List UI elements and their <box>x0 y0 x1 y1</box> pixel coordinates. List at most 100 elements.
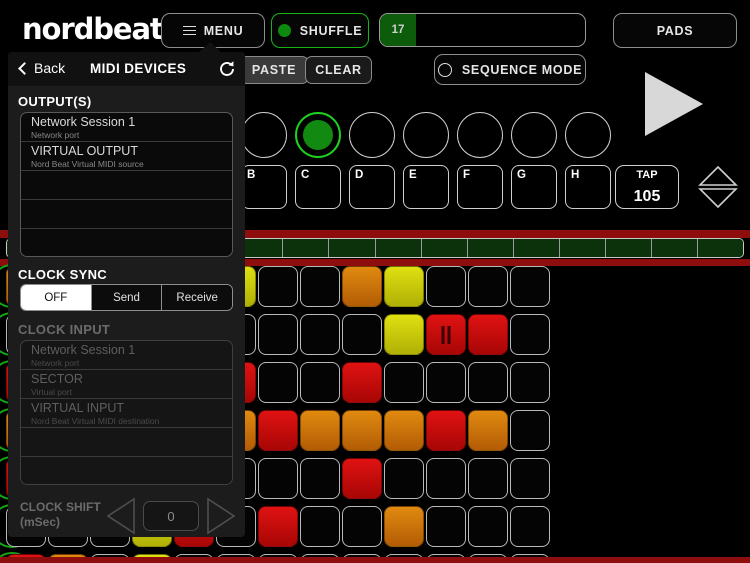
pattern-circle-4[interactable] <box>403 112 449 158</box>
grid-cell[interactable] <box>300 314 340 355</box>
pattern-circle-1[interactable] <box>241 112 287 158</box>
output-item[interactable] <box>21 171 232 200</box>
pattern-circle-3[interactable] <box>349 112 395 158</box>
grid-cell[interactable] <box>342 458 382 499</box>
clock-input-section-label: CLOCK INPUT <box>18 322 111 337</box>
step-cell[interactable] <box>559 239 606 257</box>
grid-cell[interactable] <box>342 410 382 451</box>
grid-cell[interactable] <box>426 314 466 355</box>
grid-cell[interactable] <box>468 410 508 451</box>
step-cell[interactable] <box>605 239 652 257</box>
grid-cell[interactable] <box>342 266 382 307</box>
clock-input-item[interactable] <box>21 457 232 484</box>
grid-cell[interactable] <box>300 266 340 307</box>
grid-cell[interactable] <box>426 506 466 547</box>
paste-button[interactable]: PASTE <box>239 56 309 84</box>
grid-cell[interactable] <box>384 410 424 451</box>
grid-cell[interactable] <box>258 362 298 403</box>
step-cell[interactable] <box>421 239 468 257</box>
step-cell[interactable] <box>651 239 698 257</box>
letter-button-e[interactable]: E <box>403 165 449 209</box>
grid-cell[interactable] <box>300 410 340 451</box>
clear-button[interactable]: CLEAR <box>305 56 372 84</box>
step-cell[interactable] <box>329 239 376 257</box>
clock-input-item[interactable]: SECTOR Virtual port <box>21 370 232 399</box>
grid-cell[interactable] <box>468 506 508 547</box>
grid-cell[interactable] <box>384 266 424 307</box>
clock-sync-section-label: CLOCK SYNC <box>18 267 107 282</box>
pattern-circle-7[interactable] <box>565 112 611 158</box>
step-cell[interactable] <box>283 239 330 257</box>
grid-cell[interactable] <box>510 266 550 307</box>
grid-cell[interactable] <box>384 314 424 355</box>
grid-cell[interactable] <box>468 266 508 307</box>
play-button-icon[interactable] <box>645 72 703 136</box>
back-button[interactable]: Back <box>18 60 65 76</box>
chevron-left-icon <box>18 61 31 75</box>
clock-shift-value[interactable]: 0 <box>143 501 199 531</box>
output-item[interactable]: Network Session 1 Network port <box>21 113 232 142</box>
grid-cell[interactable] <box>258 458 298 499</box>
grid-cell[interactable] <box>510 362 550 403</box>
tap-tempo-button[interactable]: TAP 105 <box>615 165 679 209</box>
sequence-mode-button[interactable]: SEQUENCE MODE <box>434 54 586 85</box>
outputs-list[interactable]: Network Session 1 Network port VIRTUAL OUT… <box>20 112 233 257</box>
grid-cell[interactable] <box>384 458 424 499</box>
step-cell[interactable] <box>697 239 743 257</box>
letter-button-h[interactable]: H <box>565 165 611 209</box>
tempo-stepper[interactable] <box>698 165 738 209</box>
output-item[interactable]: VIRTUAL OUTPUT Nord Beat Virtual MIDI sou… <box>21 142 232 171</box>
grid-cell[interactable] <box>510 458 550 499</box>
grid-cell[interactable] <box>510 506 550 547</box>
clock-input-list[interactable]: Network Session 1 Network port SECTOR Virtu… <box>20 340 233 485</box>
grid-cell[interactable] <box>258 314 298 355</box>
shuffle-button[interactable]: SHUFFLE <box>271 13 369 48</box>
grid-cell[interactable] <box>426 362 466 403</box>
pads-button[interactable]: PADS <box>613 13 737 48</box>
grid-cell[interactable] <box>426 458 466 499</box>
grid-cell[interactable] <box>342 362 382 403</box>
letter-button-g[interactable]: G <box>511 165 557 209</box>
grid-cell[interactable] <box>510 314 550 355</box>
pattern-circle-5[interactable] <box>457 112 503 158</box>
clock-sync-option-off[interactable]: OFF <box>21 285 92 310</box>
grid-cell[interactable] <box>300 362 340 403</box>
pattern-circle-2[interactable] <box>295 112 341 158</box>
grid-cell[interactable] <box>384 506 424 547</box>
grid-cell[interactable] <box>468 314 508 355</box>
grid-cell[interactable] <box>258 410 298 451</box>
clock-shift-increment-button[interactable] <box>206 497 236 540</box>
grid-cell[interactable] <box>468 362 508 403</box>
clock-sync-segmented-control[interactable]: OFF Send Receive <box>20 284 233 311</box>
clock-input-item[interactable] <box>21 428 232 457</box>
step-cell[interactable] <box>375 239 422 257</box>
step-cell[interactable] <box>467 239 514 257</box>
letter-button-f[interactable]: F <box>457 165 503 209</box>
grid-cell[interactable] <box>342 314 382 355</box>
grid-cell[interactable] <box>468 458 508 499</box>
output-item-name: Network Session 1 <box>31 115 136 129</box>
grid-cell[interactable] <box>426 410 466 451</box>
refresh-icon[interactable] <box>218 60 236 78</box>
grid-cell[interactable] <box>258 266 298 307</box>
clock-sync-option-send[interactable]: Send <box>91 285 163 310</box>
output-item[interactable] <box>21 229 232 256</box>
clock-input-item[interactable]: Network Session 1 Network port <box>21 341 232 370</box>
letter-button-c[interactable]: C <box>295 165 341 209</box>
grid-cell[interactable] <box>300 458 340 499</box>
grid-cell[interactable] <box>426 266 466 307</box>
grid-cell[interactable] <box>384 362 424 403</box>
pattern-circle-6[interactable] <box>511 112 557 158</box>
letter-button-b[interactable]: B <box>241 165 287 209</box>
grid-cell[interactable] <box>300 506 340 547</box>
grid-cell[interactable] <box>258 506 298 547</box>
output-item[interactable] <box>21 200 232 229</box>
clock-shift-decrement-button[interactable] <box>106 497 136 540</box>
grid-cell[interactable] <box>342 506 382 547</box>
step-cell[interactable] <box>513 239 560 257</box>
letter-button-d[interactable]: D <box>349 165 395 209</box>
grid-cell[interactable] <box>510 410 550 451</box>
clock-input-item[interactable]: VIRTUAL INPUT Nord Beat Virtual MIDI dest… <box>21 399 232 428</box>
pattern-position-bar[interactable]: 17 <box>379 13 586 47</box>
clock-sync-option-receive[interactable]: Receive <box>162 285 232 310</box>
